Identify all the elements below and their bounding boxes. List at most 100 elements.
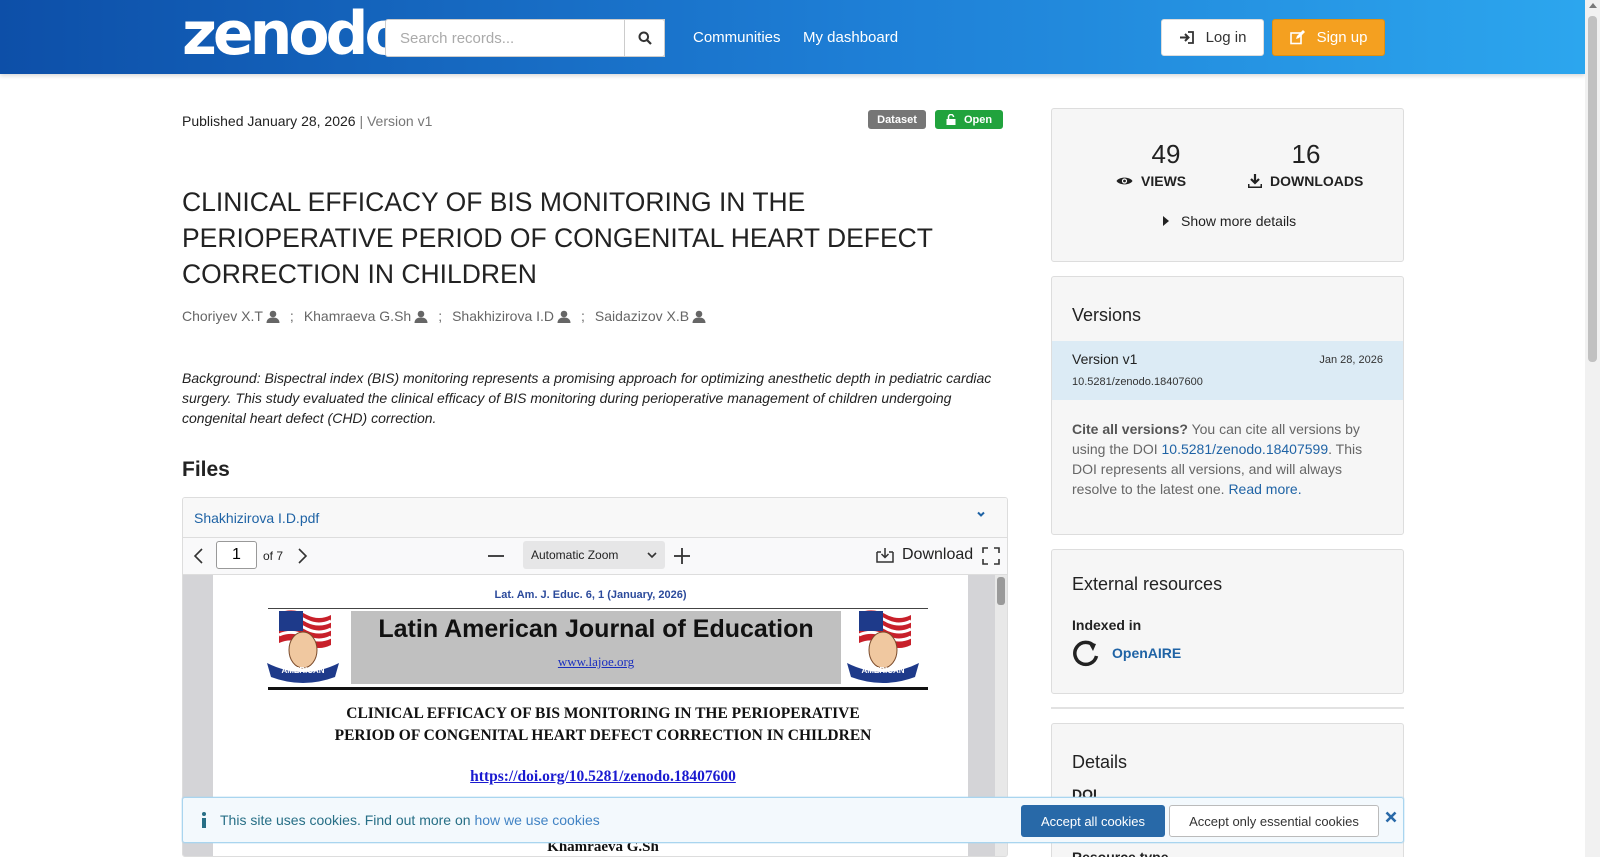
nav-communities[interactable]: Communities bbox=[693, 29, 781, 46]
user-icon bbox=[414, 310, 428, 323]
versions-card: Versions Version v1 Jan 28, 2026 10.5281… bbox=[1051, 276, 1404, 535]
nav-my-dashboard[interactable]: My dashboard bbox=[803, 29, 898, 46]
cookie-message: This site uses cookies. Find out more on… bbox=[220, 812, 600, 828]
zoom-in-icon[interactable] bbox=[673, 547, 691, 565]
pdf-toolbar: of 7 Automatic Zoom Download bbox=[183, 538, 1007, 575]
views-label: VIEWS bbox=[1116, 173, 1186, 189]
pdf-banner-rule bbox=[268, 608, 928, 609]
sign-in-icon bbox=[1179, 31, 1194, 44]
access-label: Open bbox=[963, 113, 993, 126]
pdf-banner-rule bbox=[268, 687, 928, 690]
resource-type-badge: Dataset bbox=[868, 110, 926, 129]
next-page-icon[interactable] bbox=[294, 547, 310, 565]
downloads-label: DOWNLOADS bbox=[1248, 173, 1363, 189]
indexed-in-label: Indexed in bbox=[1072, 617, 1142, 633]
version-doi: 10.5281/zenodo.18407600 bbox=[1072, 376, 1203, 388]
search-input[interactable] bbox=[385, 19, 665, 57]
chevron-down-icon bbox=[647, 552, 657, 559]
author-name: Saidazizov X.B bbox=[594, 308, 690, 324]
published-line: Published January 28, 2026 | Version v1 bbox=[182, 113, 432, 129]
downloads-label-text: DOWNLOADS bbox=[1270, 173, 1364, 189]
file-name[interactable]: Shakhizirova I.D.pdf bbox=[194, 510, 319, 526]
edit-icon bbox=[1289, 30, 1305, 45]
version-item[interactable]: Version v1 Jan 28, 2026 10.5281/zenodo.1… bbox=[1052, 341, 1403, 400]
record-version: | Version v1 bbox=[359, 113, 433, 129]
page-scrollbar-thumb[interactable] bbox=[1588, 16, 1597, 362]
eye-icon bbox=[1116, 177, 1133, 185]
unlock-icon bbox=[946, 114, 956, 125]
resource-type-label: Resource type bbox=[1072, 849, 1169, 857]
pdf-download-label: Download bbox=[902, 546, 974, 563]
user-icon bbox=[557, 310, 571, 323]
pdf-download-button[interactable]: Download bbox=[876, 546, 973, 564]
read-more-link[interactable]: Read more. bbox=[1228, 481, 1301, 497]
external-resources-heading: External resources bbox=[1072, 574, 1223, 594]
close-icon[interactable] bbox=[1385, 811, 1397, 823]
pdf-journal-url[interactable]: www.lajoe.org bbox=[351, 654, 841, 670]
sidebar-divider bbox=[1051, 707, 1404, 709]
download-icon bbox=[1248, 174, 1262, 188]
scroll-up-arrow-icon[interactable] bbox=[1589, 3, 1597, 8]
cookie-banner: This site uses cookies. Find out more on… bbox=[182, 797, 1404, 843]
accept-essential-cookies-button[interactable]: Accept only essential cookies bbox=[1169, 805, 1379, 837]
versions-heading: Versions bbox=[1072, 305, 1142, 325]
caret-right-icon bbox=[1163, 216, 1169, 226]
author-list: Choriyev X.T ; Khamraeva G.Sh ; Shakhizi… bbox=[182, 308, 706, 324]
version-date: Jan 28, 2026 bbox=[1319, 354, 1383, 366]
page-count: of 7 bbox=[263, 549, 284, 563]
accept-all-cookies-button[interactable]: Accept all cookies bbox=[1021, 805, 1165, 837]
external-resources-card: External resources Indexed in OpenAIRE bbox=[1051, 549, 1404, 694]
search-button[interactable] bbox=[624, 19, 665, 57]
pdf-paper-title-line: PERIOD OF CONGENITAL HEART DEFECT CORREC… bbox=[334, 727, 872, 744]
pdf-scrollbar-thumb[interactable] bbox=[997, 577, 1005, 605]
openaire-link[interactable]: OpenAIRE bbox=[1072, 639, 1181, 667]
fullscreen-icon[interactable] bbox=[982, 547, 1000, 565]
pdf-journal-title: Latin American Journal of Education bbox=[378, 615, 814, 643]
openaire-logo-icon bbox=[1073, 640, 1099, 667]
zenodo-logo[interactable]: zenodo bbox=[182, 4, 406, 64]
chevron-down-icon[interactable] bbox=[975, 508, 987, 520]
page-number-input[interactable] bbox=[216, 541, 257, 569]
pdf-paper-title-line: CLINICAL EFFICACY OF BIS MONITORING IN T… bbox=[346, 705, 860, 722]
author-item[interactable]: Choriyev X.T bbox=[182, 308, 280, 324]
author-separator: ; bbox=[289, 308, 294, 324]
file-accordion-header[interactable]: Shakhizirova I.D.pdf bbox=[183, 498, 1007, 538]
cookie-text: This site uses cookies. Find out more on bbox=[220, 812, 475, 828]
openaire-label: OpenAIRE bbox=[1112, 645, 1182, 661]
flag-emblem-icon: AMERICAN bbox=[267, 610, 339, 683]
files-heading: Files bbox=[182, 458, 230, 481]
login-label: Log in bbox=[1205, 29, 1247, 46]
pdf-paper-doi[interactable]: https://doi.org/10.5281/zenodo.18407600 bbox=[213, 768, 993, 786]
zoom-select[interactable]: Automatic Zoom bbox=[523, 541, 665, 569]
access-badge: Open bbox=[935, 110, 1003, 129]
author-item[interactable]: Saidazizov X.B bbox=[595, 308, 706, 324]
concept-doi-link[interactable]: 10.5281/zenodo.18407599 bbox=[1162, 441, 1329, 457]
version-name[interactable]: Version v1 bbox=[1072, 351, 1137, 367]
author-name: Khamraeva G.Sh bbox=[303, 308, 412, 324]
author-item[interactable]: Shakhizirova I.D bbox=[452, 308, 571, 324]
author-separator: ; bbox=[438, 308, 443, 324]
login-button[interactable]: Log in bbox=[1161, 19, 1264, 56]
cookie-policy-link[interactable]: how we use cookies bbox=[474, 812, 599, 828]
search-icon bbox=[638, 31, 652, 45]
show-more-details-label: Show more details bbox=[1181, 213, 1297, 229]
author-item[interactable]: Khamraeva G.Sh bbox=[304, 308, 428, 324]
flag-emblem-text: AMERICAN bbox=[281, 666, 324, 675]
user-icon bbox=[266, 310, 280, 323]
cite-all-bold: Cite all versions? bbox=[1072, 421, 1188, 437]
flag-emblem-icon: AMERICAN bbox=[847, 610, 919, 683]
record-abstract: Background: Bispectral index (BIS) monit… bbox=[182, 370, 992, 426]
signup-button[interactable]: Sign up bbox=[1272, 19, 1385, 56]
previous-page-icon[interactable] bbox=[191, 547, 207, 565]
page: zenodo Communities My dashboard Log in S… bbox=[0, 0, 1600, 857]
cite-all-versions: Cite all versions? You can cite all vers… bbox=[1072, 419, 1390, 499]
author-separator: ; bbox=[581, 308, 585, 324]
top-header: zenodo Communities My dashboard Log in S… bbox=[0, 0, 1585, 74]
flag-emblem-text: AMERICAN bbox=[861, 666, 904, 675]
zoom-out-icon[interactable] bbox=[487, 547, 505, 565]
downloads-count: 16 bbox=[1291, 139, 1321, 169]
zoom-value: Automatic Zoom bbox=[531, 548, 619, 562]
views-label-text: VIEWS bbox=[1141, 173, 1187, 189]
info-icon bbox=[202, 812, 206, 828]
show-more-details[interactable]: Show more details bbox=[1163, 213, 1296, 229]
